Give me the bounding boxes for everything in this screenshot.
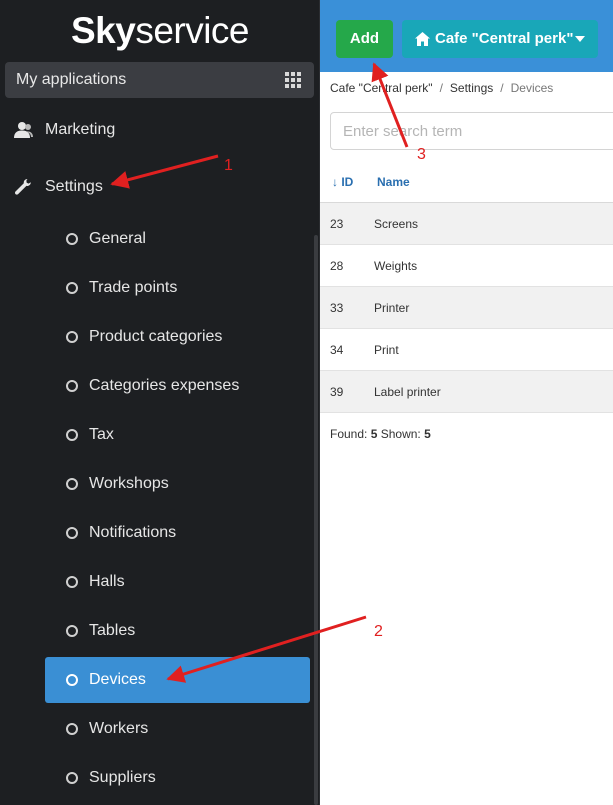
table-row[interactable]: 28 Weights: [320, 245, 613, 287]
circle-bullet-icon: [66, 282, 78, 294]
cell-name: Screens: [374, 217, 419, 231]
logo-regular: service: [135, 10, 250, 51]
sidebar-subitem-label: Notifications: [89, 524, 177, 541]
sidebar-subitem-tax[interactable]: Tax: [45, 412, 310, 458]
sidebar-subitem-halls[interactable]: Halls: [45, 559, 310, 605]
add-button[interactable]: Add: [336, 20, 393, 58]
place-selector-label: Cafe "Central perk": [435, 30, 574, 47]
circle-bullet-icon: [66, 478, 78, 490]
circle-bullet-icon: [66, 772, 78, 784]
breadcrumb: Cafe "Central perk" / Settings / Devices: [330, 80, 553, 96]
circle-bullet-icon: [66, 331, 78, 343]
circle-bullet-icon: [66, 527, 78, 539]
sidebar-subitem-trade-points[interactable]: Trade points: [45, 265, 310, 311]
annotation-number-3: 3: [417, 146, 426, 163]
cell-name: Print: [374, 343, 399, 357]
sidebar-subitem-workers[interactable]: Workers: [45, 706, 310, 752]
app-root: Skyservice My applications Marketing Set: [0, 0, 613, 805]
circle-bullet-icon: [66, 576, 78, 588]
cell-name: Label printer: [374, 385, 441, 399]
sidebar-item-marketing[interactable]: Marketing: [0, 110, 320, 150]
cell-id: 34: [330, 343, 344, 357]
wrench-icon: [14, 179, 31, 195]
cell-id: 23: [330, 217, 344, 231]
found-label: Found:: [330, 427, 368, 441]
sidebar-subitem-notifications[interactable]: Notifications: [45, 510, 310, 556]
sidebar-subitem-workshops[interactable]: Workshops: [45, 461, 310, 507]
circle-bullet-icon: [66, 233, 78, 245]
my-applications-label: My applications: [16, 71, 127, 88]
logo-bold: Sky: [70, 10, 136, 51]
place-selector-dropdown[interactable]: Cafe "Central perk": [402, 20, 598, 58]
sidebar-subitem-label: Product categories: [89, 328, 223, 345]
sort-arrow-down-icon: ↓: [332, 175, 338, 189]
sidebar-subitem-label: Suppliers: [89, 769, 156, 786]
chevron-down-icon: [575, 36, 585, 42]
sidebar-item-settings[interactable]: Settings: [0, 167, 320, 207]
home-icon: [415, 32, 430, 46]
column-header-id-label: ID: [341, 175, 354, 189]
apps-grid-icon: [285, 72, 301, 88]
sidebar-subitem-suppliers[interactable]: Suppliers: [45, 755, 310, 801]
breadcrumb-item-current: Devices: [510, 81, 554, 95]
breadcrumb-item-settings[interactable]: Settings: [450, 81, 493, 95]
circle-bullet-icon: [66, 429, 78, 441]
results-summary: Found: 5 Shown: 5: [330, 427, 431, 441]
found-count: 5: [370, 427, 378, 441]
table-row[interactable]: 39 Label printer: [320, 371, 613, 413]
sidebar-subitem-label: Workshops: [89, 475, 169, 492]
sidebar-item-label: Marketing: [45, 121, 116, 138]
search-input[interactable]: [330, 112, 613, 150]
sidebar-subitem-categories-expenses[interactable]: Categories expenses: [45, 363, 310, 409]
annotation-number-2: 2: [374, 623, 383, 640]
sidebar-subitem-label: Trade points: [89, 279, 178, 296]
sidebar-subitem-label: Halls: [89, 573, 125, 590]
sidebar-item-label: Settings: [45, 178, 103, 195]
breadcrumb-separator: /: [500, 81, 504, 95]
sidebar-subitem-label: Categories expenses: [89, 377, 240, 394]
sidebar-subitem-general[interactable]: General: [45, 216, 310, 262]
circle-bullet-icon: [66, 674, 78, 686]
sidebar: Skyservice My applications Marketing Set: [0, 0, 320, 805]
users-icon: [14, 122, 33, 138]
sidebar-subitem-label: Workers: [89, 720, 149, 737]
shown-count: 5: [424, 427, 431, 441]
sidebar-subitem-label: General: [89, 230, 146, 247]
cell-name: Weights: [374, 259, 418, 273]
column-header-id[interactable]: ↓ ID: [332, 175, 353, 189]
cell-name: Printer: [374, 301, 410, 315]
column-header-name[interactable]: Name: [377, 175, 410, 189]
table-header: ↓ ID Name: [320, 160, 613, 203]
sidebar-subitem-label: Devices: [89, 671, 146, 688]
logo[interactable]: Skyservice: [0, 8, 320, 54]
top-toolbar: Add Cafe "Central perk": [320, 0, 613, 72]
sidebar-subitem-tables[interactable]: Tables: [45, 608, 310, 654]
my-applications-button[interactable]: My applications: [5, 62, 314, 98]
shown-label: Shown:: [380, 427, 421, 441]
table-row[interactable]: 33 Printer: [320, 287, 613, 329]
circle-bullet-icon: [66, 625, 78, 637]
cell-id: 28: [330, 259, 344, 273]
sidebar-scrollbar[interactable]: [314, 235, 318, 805]
sidebar-subitem-devices[interactable]: Devices: [45, 657, 310, 703]
circle-bullet-icon: [66, 380, 78, 392]
table-row[interactable]: 34 Print: [320, 329, 613, 371]
sidebar-subitem-product-categories[interactable]: Product categories: [45, 314, 310, 360]
cell-id: 33: [330, 301, 344, 315]
sidebar-subitem-label: Tax: [89, 426, 114, 443]
cell-id: 39: [330, 385, 344, 399]
sidebar-subitem-label: Tables: [89, 622, 136, 639]
annotation-number-1: 1: [224, 157, 233, 174]
breadcrumb-item-place[interactable]: Cafe "Central perk": [330, 81, 433, 95]
circle-bullet-icon: [66, 723, 78, 735]
breadcrumb-separator: /: [439, 81, 443, 95]
table-row[interactable]: 23 Screens: [320, 203, 613, 245]
